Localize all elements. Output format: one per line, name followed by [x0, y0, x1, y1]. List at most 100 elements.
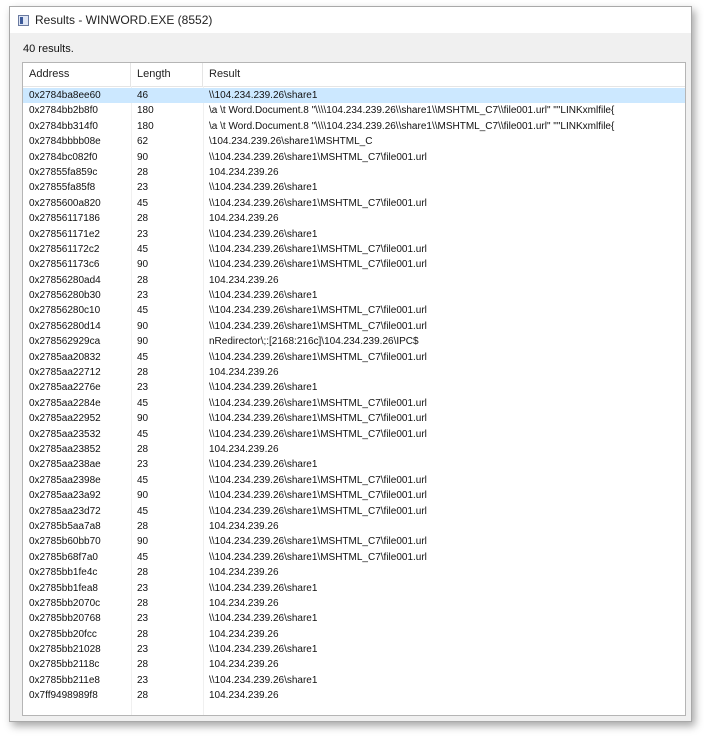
- cell-address: 0x2785600a820: [29, 197, 101, 209]
- cell-length: 45: [137, 305, 149, 317]
- cell-address: 0x2785bb211e8: [29, 674, 100, 686]
- table-row[interactable]: 0x278561173c6 90 \\104.234.239.26\share1\M…: [23, 257, 685, 272]
- table-row[interactable]: 0x278562929ca 90 nRedirector\;:[2168:216c]…: [23, 334, 685, 349]
- cell-length: 90: [137, 259, 149, 271]
- column-header-address[interactable]: Address: [23, 63, 131, 86]
- cell-address: 0x278561173c6: [29, 259, 100, 271]
- table-row[interactable]: 0x2785b68f7a0 45 \\104.234.239.26\share1\M…: [23, 550, 685, 565]
- cell-result: \\104.234.239.26\share1: [209, 182, 318, 194]
- cell-result: \a \t Word.Document.8 "\\\\104.234.239.2…: [209, 105, 615, 117]
- cell-length: 28: [137, 166, 149, 178]
- table-row[interactable]: 0x2785aa22712 28 104.234.239.26: [23, 365, 685, 380]
- cell-result: \\104.234.239.26\share1\MSHTML_C7\file00…: [209, 243, 427, 255]
- cell-result: 104.234.239.26: [209, 690, 279, 702]
- cell-length: 28: [137, 597, 149, 609]
- cell-address: 0x27856280ad4: [29, 274, 101, 286]
- cell-result: \\104.234.239.26\share1: [209, 228, 318, 240]
- cell-address: 0x27856280d14: [29, 320, 101, 332]
- table-row[interactable]: 0x2784bb314f0 180 \a \t Word.Document.8 "\…: [23, 119, 685, 134]
- cell-address: 0x2785aa23532: [29, 428, 101, 440]
- table-row[interactable]: 0x2784bbbb08e 62 \104.234.239.26\share1\MS…: [23, 134, 685, 149]
- table-row[interactable]: 0x2785b5aa7a8 28 104.234.239.26: [23, 519, 685, 534]
- cell-result: \\104.234.239.26\share1\MSHTML_C7\file00…: [209, 320, 427, 332]
- table-row[interactable]: 0x2785bb1fea8 23 \\104.234.239.26\share1: [23, 581, 685, 596]
- cell-address: 0x2784bb314f0: [29, 120, 98, 132]
- table-row[interactable]: 0x2785aa22952 90 \\104.234.239.26\share1\M…: [23, 411, 685, 426]
- table-row[interactable]: 0x278561172c2 45 \\104.234.239.26\share1\M…: [23, 242, 685, 257]
- table-row[interactable]: 0x2785aa2276e 23 \\104.234.239.26\share1: [23, 380, 685, 395]
- window-title: Results - WINWORD.EXE (8552): [35, 13, 213, 27]
- cell-length: 45: [137, 243, 149, 255]
- title-bar[interactable]: Results - WINWORD.EXE (8552): [10, 7, 691, 33]
- cell-address: 0x2785bb1fea8: [29, 582, 98, 594]
- table-row[interactable]: 0x2785aa23852 28 104.234.239.26: [23, 442, 685, 457]
- cell-result: 104.234.239.26: [209, 520, 279, 532]
- table-row[interactable]: 0x2785bb1fe4c 28 104.234.239.26: [23, 565, 685, 580]
- table-row[interactable]: 0x278561171e2 23 \\104.234.239.26\share1: [23, 227, 685, 242]
- column-header-result[interactable]: Result: [203, 63, 685, 86]
- cell-length: 23: [137, 382, 149, 394]
- table-row[interactable]: 0x2785aa238ae 23 \\104.234.239.26\share1: [23, 457, 685, 472]
- cell-length: 23: [137, 290, 149, 302]
- cell-length: 28: [137, 520, 149, 532]
- table-row[interactable]: 0x7ff9498989f8 28 104.234.239.26: [23, 688, 685, 703]
- table-row[interactable]: 0x2785bb2118c 28 104.234.239.26: [23, 657, 685, 672]
- table-row[interactable]: 0x2785bb2070c 28 104.234.239.26: [23, 596, 685, 611]
- cell-address: 0x278562929ca: [29, 336, 101, 348]
- table-row[interactable]: 0x2785bb20768 23 \\104.234.239.26\share1: [23, 611, 685, 626]
- cell-address: 0x2785bb20768: [29, 613, 101, 625]
- table-row[interactable]: 0x2785aa20832 45 \\104.234.239.26\share1\M…: [23, 350, 685, 365]
- cell-length: 28: [137, 659, 149, 671]
- cell-address: 0x2785b60bb70: [29, 536, 101, 548]
- table-row[interactable]: 0x2785b60bb70 90 \\104.234.239.26\share1\M…: [23, 534, 685, 549]
- cell-length: 46: [137, 90, 149, 101]
- cell-result: \\104.234.239.26\share1: [209, 582, 318, 594]
- cell-length: 45: [137, 505, 149, 517]
- results-list[interactable]: Address Length Result 0x2784ba8ee60 46 \\1…: [22, 62, 686, 716]
- table-row[interactable]: 0x2785bb20fcc 28 104.234.239.26: [23, 627, 685, 642]
- table-row[interactable]: 0x27855fa859c 28 104.234.239.26: [23, 165, 685, 180]
- cell-address: 0x2785bb2070c: [29, 597, 101, 609]
- cell-result: 104.234.239.26: [209, 628, 279, 640]
- cell-result: \\104.234.239.26\share1\MSHTML_C7\file00…: [209, 505, 427, 517]
- table-row[interactable]: 0x2785600a820 45 \\104.234.239.26\share1\M…: [23, 196, 685, 211]
- results-count: 40 results.: [23, 43, 74, 55]
- cell-result: 104.234.239.26: [209, 367, 279, 379]
- table-row[interactable]: 0x2785bb21028 23 \\104.234.239.26\share1: [23, 642, 685, 657]
- cell-result: \\104.234.239.26\share1: [209, 674, 318, 686]
- cell-address: 0x2785bb2118c: [29, 659, 100, 671]
- cell-result: \\104.234.239.26\share1: [209, 644, 318, 656]
- table-row[interactable]: 0x2785aa2284e 45 \\104.234.239.26\share1\M…: [23, 396, 685, 411]
- table-row[interactable]: 0x2785aa23d72 45 \\104.234.239.26\share1\M…: [23, 504, 685, 519]
- table-row[interactable]: 0x27856280d14 90 \\104.234.239.26\share1\M…: [23, 319, 685, 334]
- cell-length: 23: [137, 613, 149, 625]
- table-row[interactable]: 0x27856280ad4 28 104.234.239.26: [23, 273, 685, 288]
- table-row[interactable]: 0x2784bb2b8f0 180 \a \t Word.Document.8 "\…: [23, 103, 685, 118]
- cell-length: 90: [137, 490, 149, 502]
- cell-address: 0x278561171e2: [29, 228, 100, 240]
- cell-address: 0x2784ba8ee60: [29, 90, 101, 101]
- cell-result: 104.234.239.26: [209, 443, 279, 455]
- table-row[interactable]: 0x27856280b30 23 \\104.234.239.26\share1: [23, 288, 685, 303]
- cell-length: 45: [137, 351, 149, 363]
- cell-result: nRedirector\;:[2168:216c]\104.234.239.26…: [209, 336, 419, 348]
- table-row[interactable]: 0x2785aa2398e 45 \\104.234.239.26\share1\M…: [23, 473, 685, 488]
- table-row[interactable]: 0x2785aa23a92 90 \\104.234.239.26\share1\M…: [23, 488, 685, 503]
- table-row[interactable]: 0x2785aa23532 45 \\104.234.239.26\share1\M…: [23, 427, 685, 442]
- cell-address: 0x2785aa22712: [29, 367, 101, 379]
- table-row[interactable]: 0x2784bc082f0 90 \\104.234.239.26\share1\M…: [23, 150, 685, 165]
- table-row[interactable]: 0x27856117186 28 104.234.239.26: [23, 211, 685, 226]
- table-row[interactable]: 0x27855fa85f8 23 \\104.234.239.26\share1: [23, 180, 685, 195]
- cell-address: 0x27856280c10: [29, 305, 101, 317]
- cell-length: 28: [137, 628, 149, 640]
- table-row[interactable]: 0x2785bb211e8 23 \\104.234.239.26\share1: [23, 673, 685, 688]
- cell-address: 0x2785aa22952: [29, 413, 101, 425]
- cell-address: 0x2785aa238ae: [29, 459, 101, 471]
- cell-result: \\104.234.239.26\share1\MSHTML_C7\file00…: [209, 151, 427, 163]
- column-header-length[interactable]: Length: [131, 63, 203, 86]
- cell-result: \\104.234.239.26\share1\MSHTML_C7\file00…: [209, 305, 427, 317]
- cell-result: \\104.234.239.26\share1\MSHTML_C7\file00…: [209, 413, 427, 425]
- table-row[interactable]: 0x2784ba8ee60 46 \\104.234.239.26\share1: [23, 88, 685, 104]
- cell-length: 23: [137, 644, 149, 656]
- table-row[interactable]: 0x27856280c10 45 \\104.234.239.26\share1\M…: [23, 303, 685, 318]
